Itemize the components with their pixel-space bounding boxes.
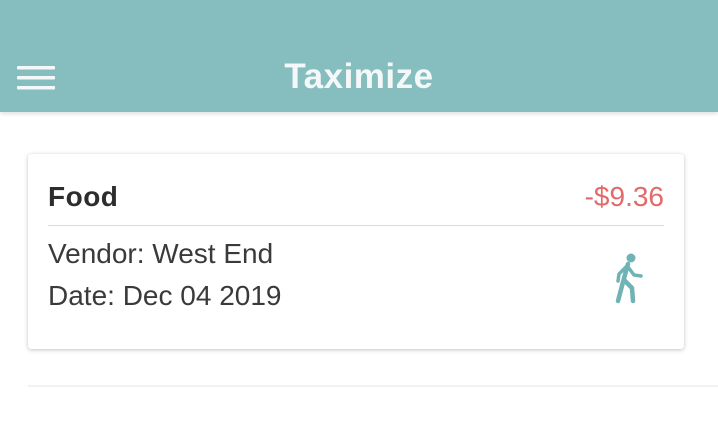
list-bottom-edge bbox=[28, 385, 718, 387]
expense-vendor: Vendor: West End bbox=[48, 238, 274, 269]
expense-category: Food bbox=[48, 181, 119, 212]
app-title: Taximize bbox=[284, 57, 434, 96]
card-divider bbox=[48, 225, 664, 226]
expense-date: Date: Dec 04 2019 bbox=[48, 280, 282, 311]
app-bar: Taximize bbox=[0, 0, 718, 112]
expense-amount: -$9.36 bbox=[584, 181, 664, 212]
walking-person-icon bbox=[615, 253, 643, 304]
expense-card[interactable]: Food -$9.36 Vendor: West End Date: Dec 0… bbox=[28, 154, 684, 349]
